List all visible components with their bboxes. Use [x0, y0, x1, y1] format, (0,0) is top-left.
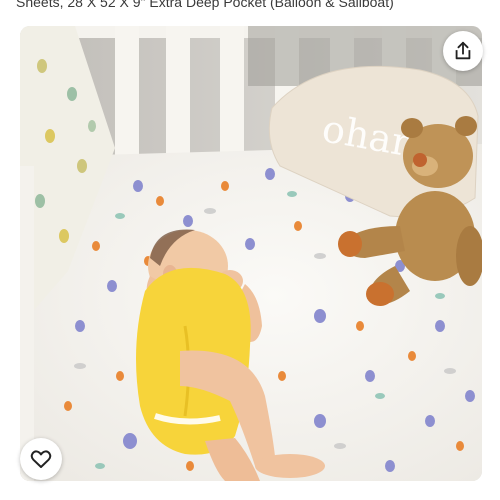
share-button[interactable] [443, 31, 483, 71]
product-image[interactable]: ohana [20, 26, 482, 481]
crib-left-post [20, 166, 34, 481]
like-button[interactable] [20, 438, 62, 480]
share-icon [455, 41, 471, 60]
product-photo: ohana [20, 26, 482, 481]
product-detail-page: Sheets, 28 X 52 X 9" Extra Deep Pocket (… [0, 0, 500, 500]
heart-icon [30, 450, 52, 468]
product-title: Sheets, 28 X 52 X 9" Extra Deep Pocket (… [16, 0, 394, 10]
